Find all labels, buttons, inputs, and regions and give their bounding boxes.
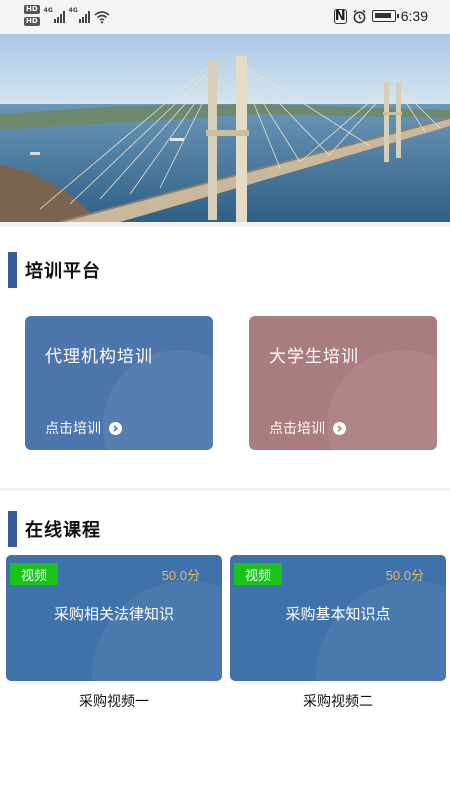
courses-section-header: 在线课程 [0,511,101,547]
course-caption[interactable]: 采购视频二 [230,691,446,711]
start-training-link[interactable]: 点击培训 [45,418,122,438]
hd-badge: HD [24,17,40,26]
decor-circle [92,581,222,681]
course-card[interactable]: 视频 50.0分 采购基本知识点 [230,555,446,681]
network-type: 4G [68,7,78,14]
signal-icon: 4G [68,7,90,23]
course-caption[interactable]: 采购视频一 [6,691,222,711]
training-card-student[interactable]: 大学生培训 点击培训 [249,316,437,450]
decor-circle [316,581,446,681]
card-title: 大学生培训 [269,347,359,367]
nfc-icon: N [333,8,347,24]
course-score: 50.0分 [161,568,200,583]
action-label: 点击培训 [45,421,101,437]
bridge-photo [0,34,450,222]
course-item[interactable]: 视频 50.0分 采购基本知识点 采购视频二 [230,555,446,711]
status-left: HD HD 4G 4G [24,5,110,26]
course-title: 采购基本知识点 [285,605,391,623]
start-training-link[interactable]: 点击培训 [269,418,346,438]
section-divider [0,222,450,227]
course-card[interactable]: 视频 50.0分 采购相关法律知识 [6,555,222,681]
chevron-right-icon [109,421,122,435]
hd-badge: HD [24,5,40,14]
section-accent-bar [8,252,17,288]
wifi-icon [94,11,110,24]
status-bar: HD HD 4G 4G N 6:39 [0,0,450,34]
network-type: 4G [43,7,53,14]
clock: 6:39 [400,8,428,24]
section-title: 在线课程 [25,520,101,541]
section-title: 培训平台 [25,261,101,282]
video-badge: 视频 [10,563,58,585]
status-right: N 6:39 [333,8,428,24]
signal-icon: 4G [43,7,65,23]
battery-icon [371,10,399,22]
course-item[interactable]: 视频 50.0分 采购相关法律知识 采购视频一 [6,555,222,711]
section-accent-bar [8,511,17,547]
chevron-right-icon [333,421,346,435]
training-card-agency[interactable]: 代理机构培训 点击培训 [25,316,213,450]
training-section-header: 培训平台 [0,252,101,288]
banner-image[interactable] [0,34,450,222]
course-score: 50.0分 [385,568,424,583]
course-title: 采购相关法律知识 [53,605,174,623]
video-badge: 视频 [234,563,282,585]
card-title: 代理机构培训 [45,347,153,367]
section-divider [0,488,450,491]
alarm-icon [353,9,366,23]
hd-indicators: HD HD [24,5,40,26]
action-label: 点击培训 [269,421,325,437]
